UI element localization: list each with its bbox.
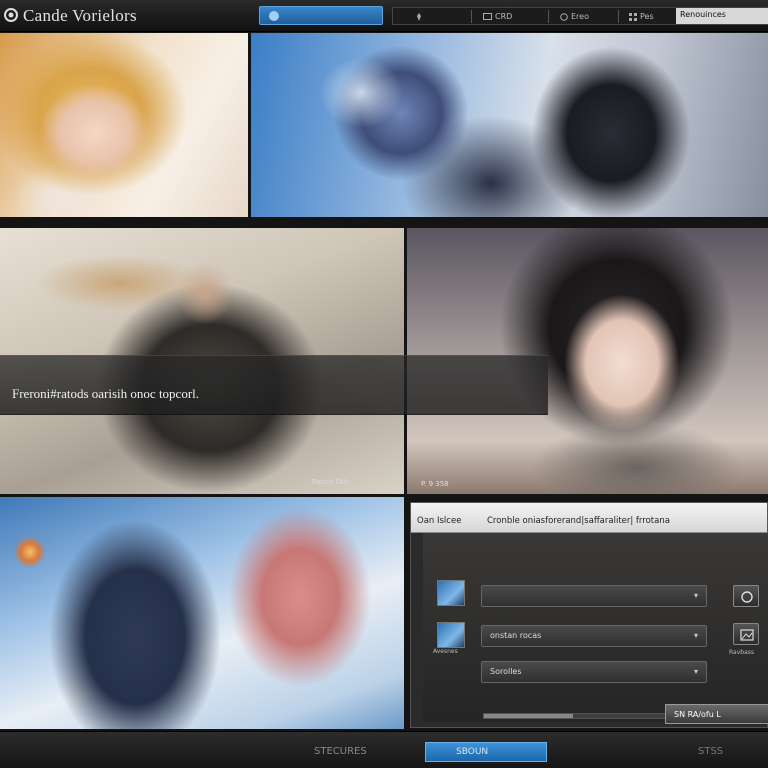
dialog-field-1[interactable]: ▾ xyxy=(481,585,707,607)
image-icon xyxy=(740,629,754,641)
panel-3-label: Parico Odc xyxy=(312,478,350,486)
dropdown-caret-icon: ▾ xyxy=(693,667,698,676)
artwork-knight-snow xyxy=(0,497,404,729)
refresh-icon xyxy=(741,591,753,603)
bottom-primary-button[interactable]: SBOUN xyxy=(425,742,547,762)
nav-separator xyxy=(618,10,619,23)
dropdown-caret-icon: ▾ xyxy=(693,591,698,600)
refresh-button[interactable] xyxy=(733,585,759,607)
dialog-tab-left[interactable]: Oan Islcee xyxy=(417,516,461,526)
thumbnail-1[interactable] xyxy=(437,580,465,606)
nav-item-pin[interactable] xyxy=(415,10,426,23)
settings-dialog: Oan Islcee Cronble oniasforerand|saffara… xyxy=(410,502,768,728)
thumbnail-2[interactable] xyxy=(437,622,465,648)
dialog-body: Avesnes ▾ onstan rocas ▾ Sorolles ▾ Ravb… xyxy=(423,533,768,724)
nav-item-pes[interactable]: Pes xyxy=(629,10,654,23)
progress-fill xyxy=(484,714,574,718)
dialog-header: Oan Islcee Cronble oniasforerand|saffara… xyxy=(411,503,767,533)
bottom-bar: STECURES SBOUN STSS xyxy=(0,731,768,768)
nav-item-ereo[interactable]: Ereo xyxy=(560,10,589,23)
bottom-left-label[interactable]: STECURES xyxy=(314,746,367,757)
panel-4-label: P. 9 358 xyxy=(421,480,449,488)
search-tab[interactable] xyxy=(259,6,383,25)
side-caption-2: Ravbass xyxy=(729,649,755,656)
nav-separator xyxy=(471,10,472,23)
image-button[interactable] xyxy=(733,623,759,645)
gallery-panel-1[interactable] xyxy=(0,33,248,217)
progress-bar xyxy=(483,713,683,719)
nav-item-active[interactable]: Renouinces xyxy=(676,8,768,24)
gallery-panel-5[interactable] xyxy=(0,497,404,729)
top-bar: Cande Vorielors CRD Ereo Pes Renouinces xyxy=(0,0,768,32)
caption-text: Freroni#ratods oarisih onoc topcorl. xyxy=(12,386,200,401)
pin-icon xyxy=(417,12,421,21)
dialog-field-2[interactable]: onstan rocas ▾ xyxy=(481,625,707,647)
dialog-ok-button[interactable]: SN RA/ofu L xyxy=(665,704,768,724)
nav-separator xyxy=(548,10,549,23)
dialog-tab-right[interactable]: Cronble oniasforerand|saffaraliter| frro… xyxy=(487,516,670,526)
gallery-panel-2[interactable] xyxy=(251,33,768,217)
nav-item-crd[interactable]: CRD xyxy=(483,10,512,23)
bottom-right-label[interactable]: STSS xyxy=(698,746,723,757)
thumbnail-2-caption: Avesnes xyxy=(433,648,458,655)
tv-icon xyxy=(483,12,492,20)
app-title: Cande Vorielors xyxy=(23,6,137,25)
app-logo-icon xyxy=(4,8,18,22)
search-icon xyxy=(269,11,279,21)
dropdown-caret-icon: ▾ xyxy=(693,631,698,640)
globe-icon xyxy=(560,12,568,21)
caption-band: Freroni#ratods oarisih onoc topcorl. xyxy=(0,355,548,415)
top-nav: CRD Ereo Pes Renouinces xyxy=(392,7,768,25)
artwork-two-figures xyxy=(251,33,768,217)
artwork-blonde-girl xyxy=(0,33,248,217)
grid-icon xyxy=(629,12,637,21)
dialog-field-3[interactable]: Sorolles ▾ xyxy=(481,661,707,683)
